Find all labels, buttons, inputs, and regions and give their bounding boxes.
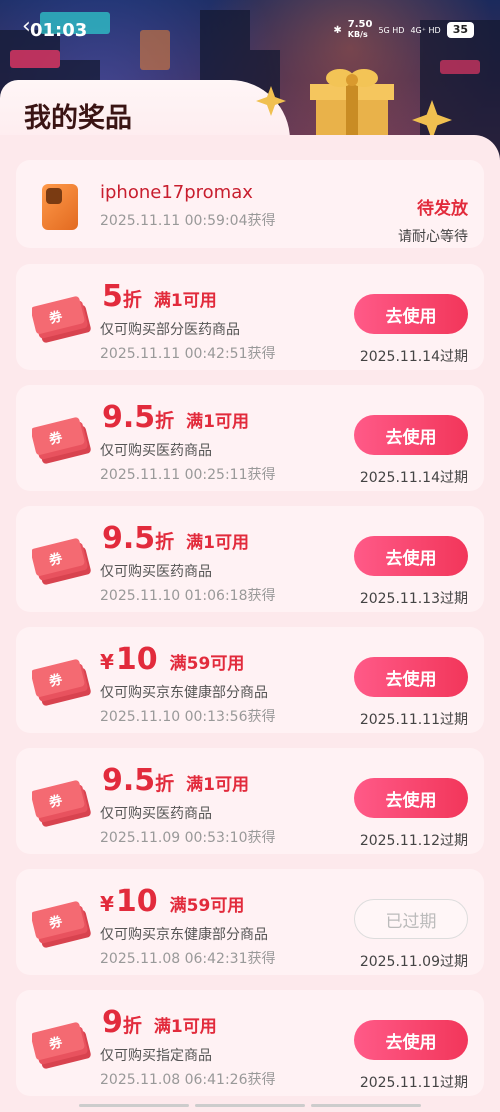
coupon-ticket-icon: 券 [32, 780, 91, 827]
coupon-ticket-icon: 券 [32, 659, 91, 706]
coupon-description: 仅可购买京东健康部分商品 [100, 927, 268, 943]
prize-date: 2025.11.11 00:59:04获得 [100, 213, 276, 229]
star-icon [412, 100, 452, 140]
coupon-expiry-date: 2025.11.11过期 [359, 712, 468, 728]
coupon-obtained-date: 2025.11.11 00:42:51获得 [100, 346, 276, 362]
gift-box-icon [310, 69, 394, 140]
coupon-ticket-icon: 券 [32, 417, 91, 464]
coupon-unit: 折 [155, 773, 175, 795]
coupon-condition: 满59可用 [169, 896, 245, 916]
coupon-value: 9.5 折 满1可用 [100, 524, 249, 554]
prize-status: 待发放 [417, 199, 468, 219]
coupon-expiry-date: 2025.11.11过期 [359, 1075, 468, 1091]
coupon-card[interactable]: 券 5 折 满1可用 仅可购买部分医药商品 2025.11.11 00:42:5… [16, 264, 484, 370]
coupon-expiry-date: 2025.11.12过期 [359, 833, 468, 849]
coupon-obtained-date: 2025.11.11 00:25:11获得 [100, 467, 276, 483]
coupon-description: 仅可购买京东健康部分商品 [100, 685, 268, 701]
status-time: 01:03 [30, 20, 88, 41]
coupon-card[interactable]: 券 9.5 折 满1可用 仅可购买医药商品 2025.11.11 00:25:1… [16, 385, 484, 491]
coupon-expiry-date: 2025.11.13过期 [359, 591, 468, 607]
coupon-amount: 9.5 [102, 763, 156, 798]
phone-product-icon [42, 184, 78, 230]
coupon-obtained-date: 2025.11.08 06:42:31获得 [100, 951, 276, 967]
use-coupon-button[interactable]: 去使用 [354, 536, 468, 576]
coupon-ticket-icon: 券 [32, 901, 91, 948]
prize-name: iphone17promax [100, 182, 253, 203]
coupon-expiry-date: 2025.11.14过期 [359, 349, 468, 365]
coupon-currency: ¥ [100, 650, 114, 674]
coupon-amount: 10 [115, 642, 158, 677]
coupon-obtained-date: 2025.11.09 00:53:10获得 [100, 830, 276, 846]
star-icon [256, 86, 286, 116]
coupon-obtained-date: 2025.11.10 00:13:56获得 [100, 709, 276, 725]
coupon-ticket-icon: 券 [32, 1022, 91, 1069]
coupon-card[interactable]: 券 ¥ 10 满59可用 仅可购买京东健康部分商品 2025.11.10 00:… [16, 627, 484, 733]
coupon-amount: 10 [115, 884, 158, 919]
coupon-unit: 折 [122, 1015, 142, 1037]
use-coupon-button[interactable]: 去使用 [354, 415, 468, 455]
battery-icon: 35 [446, 22, 474, 38]
coupon-description: 仅可购买医药商品 [100, 443, 212, 459]
coupon-value: ¥ 10 满59可用 [100, 645, 244, 675]
coupon-condition: 满1可用 [186, 775, 250, 795]
coupon-condition: 满1可用 [186, 533, 250, 553]
coupon-card[interactable]: 券 9.5 折 满1可用 仅可购买医药商品 2025.11.09 00:53:1… [16, 748, 484, 854]
coupon-obtained-date: 2025.11.08 06:41:26获得 [100, 1072, 276, 1088]
use-coupon-button[interactable]: 去使用 [354, 657, 468, 697]
coupon-card[interactable]: 券 9.5 折 满1可用 仅可购买医药商品 2025.11.10 01:06:1… [16, 506, 484, 612]
sim2-signal-icon: 4G⁺ HD [410, 25, 441, 35]
network-speed: 7.50 KB/s [347, 19, 373, 40]
status-bar: ‹ 01:03 ✱ 7.50 KB/s 5G HD 4G⁺ HD 35 [0, 0, 500, 60]
coupon-condition: 满59可用 [169, 654, 245, 674]
coupon-description: 仅可购买指定商品 [100, 1048, 212, 1064]
coupon-obtained-date: 2025.11.10 01:06:18获得 [100, 588, 276, 604]
coupon-currency: ¥ [100, 892, 114, 916]
coupon-condition: 满1可用 [153, 1017, 217, 1037]
coupon-description: 仅可购买医药商品 [100, 806, 212, 822]
coupon-value: 9.5 折 满1可用 [100, 403, 249, 433]
use-coupon-button[interactable]: 去使用 [354, 1020, 468, 1060]
sim1-signal-icon: 5G HD [378, 25, 405, 35]
coupon-unit: 折 [155, 531, 175, 553]
coupon-card[interactable]: 券 9 折 满1可用 仅可购买指定商品 2025.11.08 06:41:26获… [16, 990, 484, 1096]
coupon-description: 仅可购买医药商品 [100, 564, 212, 580]
coupon-expiry-date: 2025.11.14过期 [359, 470, 468, 486]
page-title: 我的奖品 [24, 103, 132, 134]
coupon-description: 仅可购买部分医药商品 [100, 322, 240, 338]
coupon-card[interactable]: 券 ¥ 10 满59可用 仅可购买京东健康部分商品 2025.11.08 06:… [16, 869, 484, 975]
coupon-value: 5 折 满1可用 [100, 282, 217, 312]
coupon-value: ¥ 10 满59可用 [100, 887, 244, 917]
coupon-condition: 满1可用 [186, 412, 250, 432]
expired-button: 已过期 [354, 899, 468, 939]
bluetooth-icon: ✱ [333, 24, 342, 36]
coupon-value: 9 折 满1可用 [100, 1008, 217, 1038]
coupon-amount: 9.5 [102, 400, 156, 435]
status-indicators: ✱ 7.50 KB/s 5G HD 4G⁺ HD 35 [333, 20, 474, 40]
coupon-condition: 满1可用 [153, 291, 217, 311]
home-indicator [0, 1104, 500, 1112]
coupon-amount: 9.5 [102, 521, 156, 556]
coupon-amount: 9 [102, 1005, 123, 1040]
prize-note: 请耐心等待 [398, 229, 468, 245]
coupon-unit: 折 [155, 410, 175, 432]
coupon-value: 9.5 折 满1可用 [100, 766, 249, 796]
coupon-unit: 折 [122, 289, 142, 311]
prize-card[interactable]: iphone17promax 2025.11.11 00:59:04获得 待发放… [16, 160, 484, 248]
use-coupon-button[interactable]: 去使用 [354, 294, 468, 334]
coupon-ticket-icon: 券 [32, 296, 91, 343]
use-coupon-button[interactable]: 去使用 [354, 778, 468, 818]
coupon-expiry-date: 2025.11.09过期 [359, 954, 468, 970]
coupon-amount: 5 [102, 279, 123, 314]
coupon-ticket-icon: 券 [32, 538, 91, 585]
